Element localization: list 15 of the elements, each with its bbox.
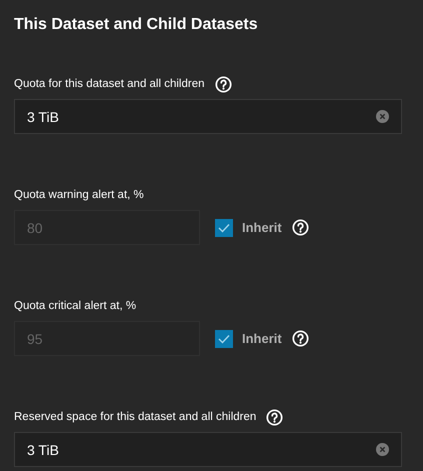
field-label: Quota for this dataset and all children (14, 78, 205, 90)
section-title: This Dataset and Child Datasets (14, 15, 258, 35)
field-label: Quota warning alert at, % (14, 189, 144, 201)
input-field[interactable]: 3 TiB (14, 432, 402, 467)
check-icon (218, 222, 230, 232)
input-field[interactable]: 3 TiB (14, 99, 402, 134)
clear-icon[interactable] (376, 110, 389, 123)
field-label: Quota critical alert at, % (14, 300, 136, 312)
field-label: Reserved space for this dataset and all children (14, 411, 256, 423)
check-icon (218, 334, 230, 344)
help-icon[interactable] (292, 330, 309, 347)
help-icon[interactable] (292, 219, 309, 236)
help-icon[interactable] (266, 408, 284, 426)
clear-icon[interactable] (376, 443, 389, 456)
help-icon[interactable] (214, 76, 232, 92)
